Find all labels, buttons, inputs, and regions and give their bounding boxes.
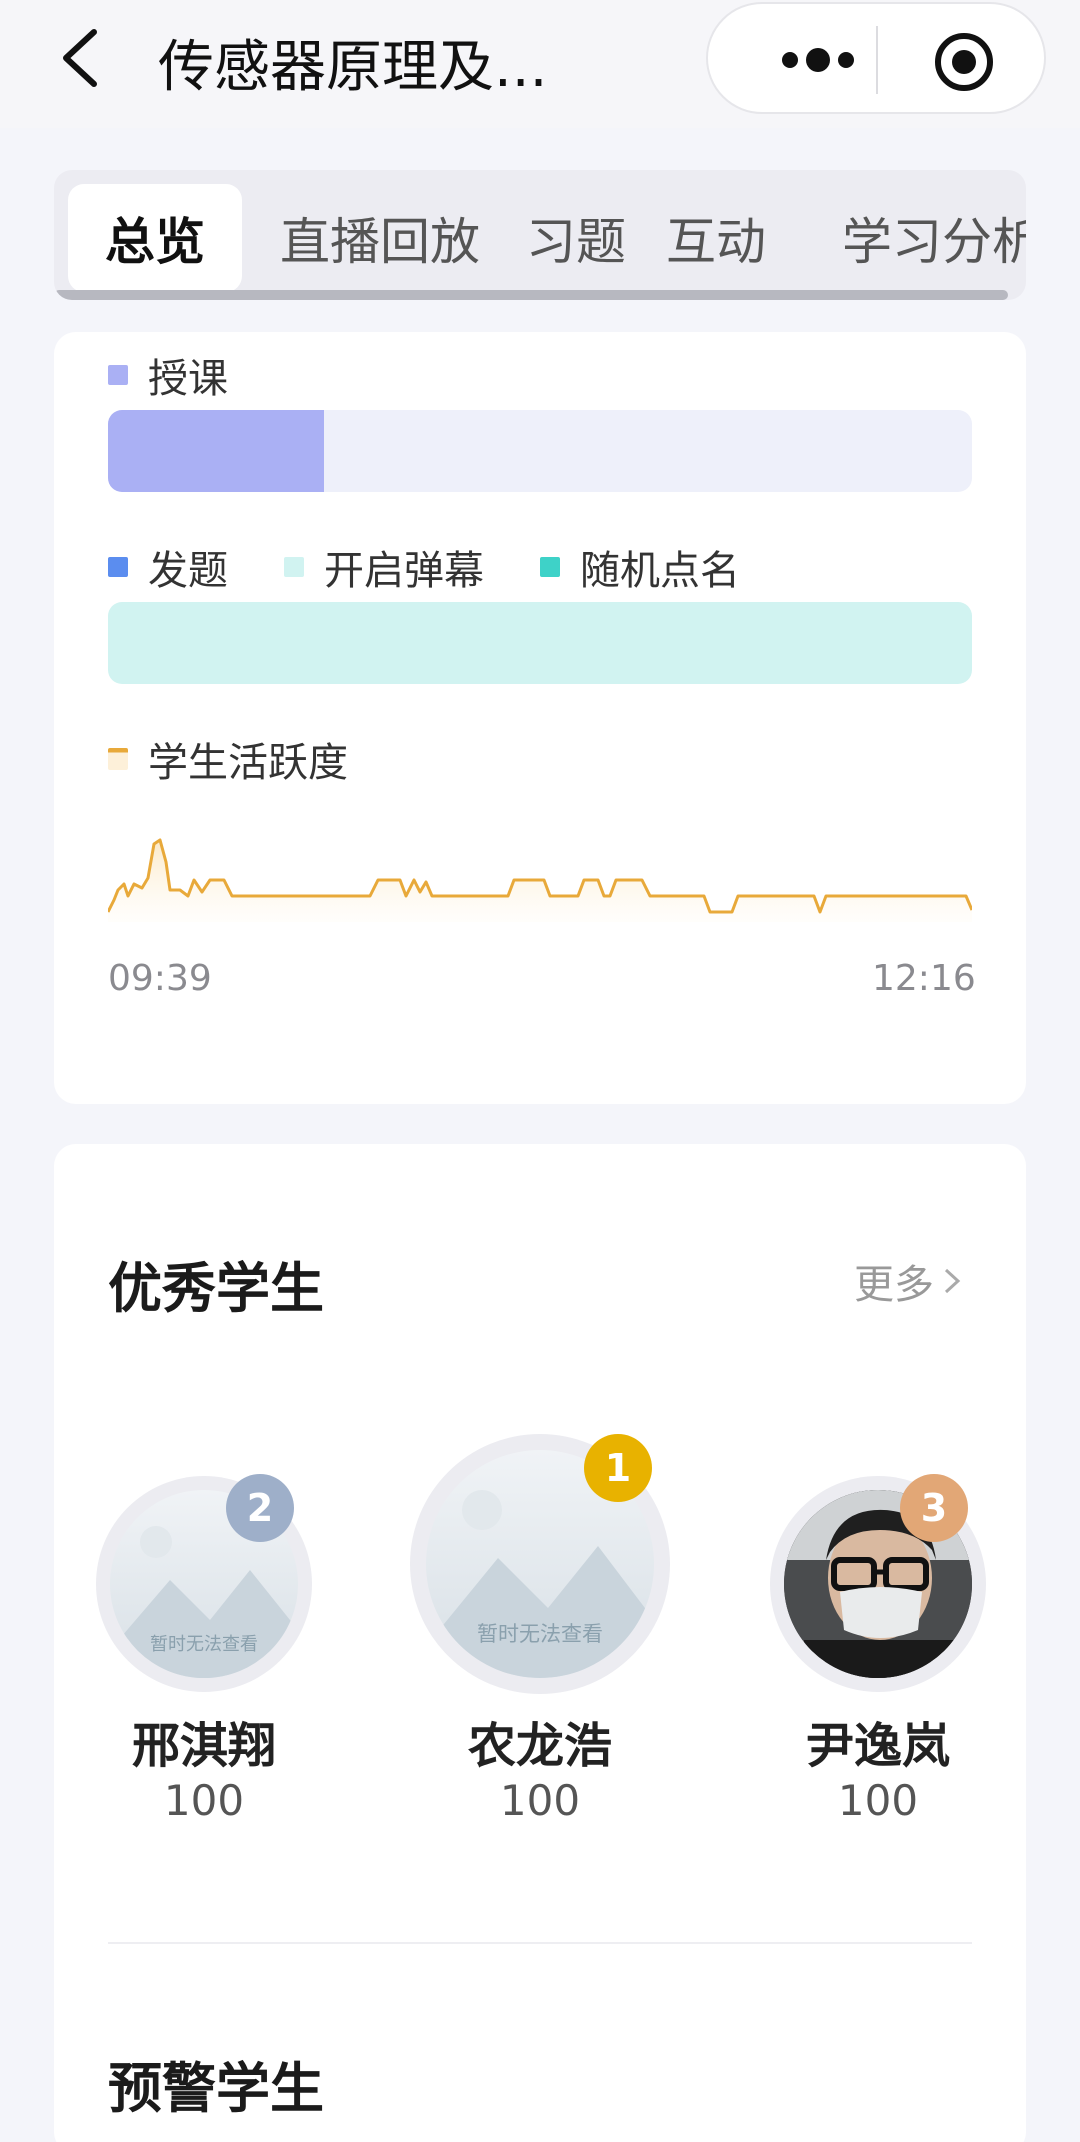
capsule-divider <box>876 26 878 94</box>
section-divider <box>108 1942 972 1944</box>
tab-bar: 总览 直播回放 习题 互动 学习分析 <box>54 170 1026 300</box>
danmaku-legend-swatch <box>284 557 304 577</box>
rollcall-legend-swatch <box>540 557 560 577</box>
nav-bar: 传感器原理及... <box>0 0 1080 128</box>
warning-students-title: 预警学生 <box>108 2057 324 2120</box>
student-2-score: 100 <box>163 1776 245 1825</box>
danmaku-legend: 开启弹幕 <box>284 538 484 596</box>
activity-legend-label: 学生活跃度 <box>148 740 348 786</box>
questions-legend-swatch <box>108 557 128 577</box>
teaching-bar-fill <box>108 410 324 492</box>
activity-legend-swatch <box>108 748 128 770</box>
tab-learning-analysis[interactable]: 学习分析 <box>842 184 1026 292</box>
back-arrow-icon[interactable] <box>52 26 108 90</box>
teaching-legend-label: 授课 <box>148 356 228 402</box>
teaching-legend-swatch <box>108 365 128 385</box>
more-link-label: 更多 <box>854 1262 934 1308</box>
activity-start-time: 09:39 <box>108 958 212 999</box>
tab-interaction[interactable]: 互动 <box>666 184 766 292</box>
interaction-bar <box>108 602 972 684</box>
record-target-icon[interactable] <box>932 30 996 94</box>
rank-badge-1-number: 1 <box>604 1446 632 1490</box>
avatar-placeholder-text: 暂时无法查看 <box>477 1622 603 1646</box>
teaching-bar <box>108 410 972 492</box>
rank-badge-3-number: 3 <box>920 1486 948 1530</box>
tab-scrollbar[interactable] <box>54 290 1008 300</box>
students-card: 优秀学生 更多 暂时无法查看 2 邢淇翔 100 暂时无法查看 1 农龙浩 10… <box>54 1144 1026 2142</box>
top-students-title: 优秀学生 <box>108 1257 324 1320</box>
student-3-score: 100 <box>837 1776 919 1825</box>
rollcall-legend-label: 随机点名 <box>580 548 740 594</box>
danmaku-legend-label: 开启弹幕 <box>324 548 484 594</box>
tab-overview[interactable]: 总览 <box>68 184 242 292</box>
tab-live-replay[interactable]: 直播回放 <box>280 184 480 292</box>
teaching-legend: 授课 <box>108 346 228 404</box>
rank-badge-2: 2 <box>226 1474 294 1542</box>
more-link[interactable]: 更多 <box>854 1252 964 1310</box>
avatar-placeholder-text: 暂时无法查看 <box>150 1634 258 1655</box>
page-title: 传感器原理及... <box>158 35 548 100</box>
rank-badge-3: 3 <box>900 1474 968 1542</box>
questions-legend-label: 发题 <box>148 548 228 594</box>
more-dots-icon[interactable] <box>756 34 876 86</box>
tab-exercises[interactable]: 习题 <box>526 184 626 292</box>
rollcall-legend: 随机点名 <box>540 538 740 596</box>
rank-badge-2-number: 2 <box>246 1486 274 1530</box>
student-2-name: 邢淇翔 <box>131 1718 276 1774</box>
overview-card: 授课 发题 开启弹幕 随机点名 学生活跃度 09:39 12:16 <box>54 332 1026 1104</box>
questions-legend: 发题 <box>108 538 228 596</box>
activity-end-time: 12:16 <box>872 958 976 999</box>
student-3-name: 尹逸岚 <box>805 1718 950 1774</box>
activity-chart <box>108 838 972 922</box>
student-1-score: 100 <box>499 1776 581 1825</box>
student-1-name: 农龙浩 <box>467 1718 612 1774</box>
activity-legend: 学生活跃度 <box>108 730 348 788</box>
mini-program-capsule <box>706 2 1046 114</box>
chevron-right-icon <box>944 1268 961 1294</box>
rank-badge-1: 1 <box>584 1434 652 1502</box>
